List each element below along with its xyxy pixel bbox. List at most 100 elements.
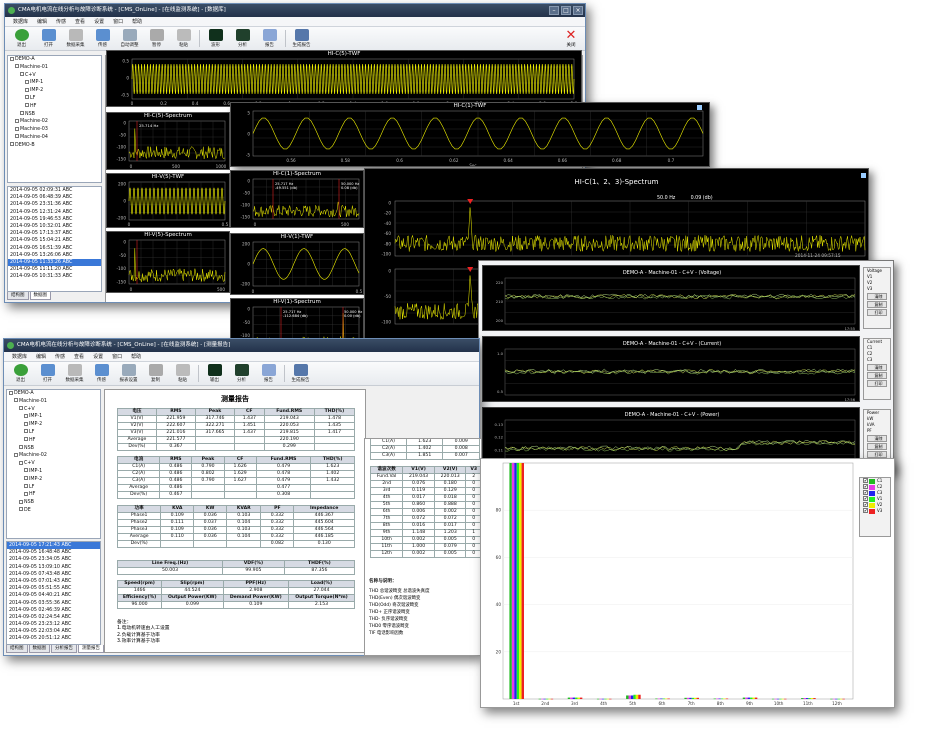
menu-item-5[interactable]: 窗口	[112, 352, 122, 361]
list-item[interactable]: 2014-09-05 13:26:06 ABC	[8, 252, 101, 259]
tool-button-2[interactable]: 数据采集	[61, 362, 88, 385]
list-item[interactable]: 2014-09-05 16:48:48 ABC	[7, 549, 100, 556]
list-item[interactable]: 2014-09-05 02:24:54 ABC	[7, 614, 100, 621]
tree-node[interactable]: Machine-02	[7, 452, 100, 460]
tree-node[interactable]: Machine-01	[7, 398, 100, 406]
expand-icon[interactable]	[10, 56, 14, 61]
tab-3[interactable]: 测量报告	[78, 645, 104, 653]
expand-icon[interactable]	[24, 484, 28, 489]
copy-button[interactable]: 复制	[867, 301, 887, 308]
tree-node[interactable]: HF	[7, 437, 100, 445]
tool-button-4[interactable]: 自动调整	[116, 27, 143, 50]
expand-icon[interactable]	[14, 398, 18, 403]
expand-icon[interactable]	[24, 491, 28, 496]
tool-button-5[interactable]: 暂停	[143, 27, 170, 50]
print-button[interactable]: 打印	[867, 309, 887, 316]
menu-item-6[interactable]: 帮助	[132, 17, 142, 26]
list-item[interactable]: 2014-09-05 13:09:10 ABC	[7, 564, 100, 571]
checkbox-checked-icon[interactable]: ✔	[863, 502, 868, 507]
list-item[interactable]: 2014-09-05 16:51:39 ABC	[8, 245, 101, 252]
checkbox-checked-icon[interactable]: ✔	[863, 508, 868, 513]
list-item[interactable]: 2014-09-05 10:32:01 ABC	[8, 223, 101, 230]
menu-item-5[interactable]: 窗口	[113, 17, 123, 26]
menu-item-3[interactable]: 查看	[74, 352, 84, 361]
menu-item-3[interactable]: 查看	[75, 17, 85, 26]
checkbox-checked-icon[interactable]: ✔	[863, 490, 868, 495]
tree-node[interactable]: Machine-01	[8, 64, 101, 72]
expand-icon[interactable]	[24, 413, 28, 418]
list-item[interactable]: 2014-09-05 12:31:24 ABC	[8, 209, 101, 216]
list-item[interactable]: 2014-09-05 23:31:36 ABC	[8, 201, 101, 208]
tree-node[interactable]: IMP-2	[7, 421, 100, 429]
tree-node[interactable]: HF	[7, 491, 100, 499]
tree-node[interactable]: NSB	[8, 111, 101, 119]
tool-button-7[interactable]: 波形	[202, 27, 229, 50]
print-button[interactable]: 打印	[867, 451, 887, 458]
list-item[interactable]: 2014-09-05 06:48:39 ABC	[8, 194, 101, 201]
menu-item-0[interactable]: 数据库	[12, 352, 27, 361]
expand-icon[interactable]	[19, 445, 23, 450]
clear-button[interactable]: 清除	[867, 293, 887, 300]
tab-1[interactable]: 数据图	[28, 645, 50, 653]
tree-node[interactable]: Machine-03	[8, 126, 101, 134]
list-item[interactable]: 2014-09-05 10:31:33 ABC	[8, 273, 101, 280]
tree-node[interactable]: IMP-1	[7, 468, 100, 476]
menu-item-4[interactable]: 设置	[93, 352, 103, 361]
expand-icon[interactable]	[25, 103, 29, 108]
maximize-button[interactable]: □	[561, 6, 571, 15]
list-item[interactable]: 2014-09-05 11:11:20 ABC	[8, 266, 101, 273]
tree-node[interactable]: DEMO-A	[7, 390, 100, 398]
expand-icon[interactable]	[24, 421, 28, 426]
copy-button[interactable]: 复制	[867, 372, 887, 379]
tree-node[interactable]: DEMO-B	[8, 142, 101, 150]
panel-toggle-icon[interactable]	[697, 105, 702, 110]
checkbox-checked-icon[interactable]: ✔	[863, 496, 868, 501]
expand-icon[interactable]	[24, 476, 28, 481]
legend-entry[interactable]: C3	[864, 357, 890, 363]
menu-item-2[interactable]: 传感	[55, 352, 65, 361]
tree-node[interactable]: IMP-2	[7, 476, 100, 484]
list-item[interactable]: 2014-09-05 23:23:12 ABC	[7, 621, 100, 628]
expand-icon[interactable]	[24, 429, 28, 434]
menu-item-2[interactable]: 传感	[56, 17, 66, 26]
tool-button-9[interactable]: 报告	[255, 362, 282, 385]
tool-button-9[interactable]: 报告	[256, 27, 283, 50]
expand-icon[interactable]	[15, 134, 19, 139]
legend-entry[interactable]: PF	[864, 428, 890, 434]
clear-button[interactable]: 清除	[867, 364, 887, 371]
tree-node[interactable]: C+V	[7, 406, 100, 414]
expand-icon[interactable]	[15, 126, 19, 131]
tree-node[interactable]: Machine-02	[8, 118, 101, 126]
tree-node[interactable]: LF	[8, 95, 101, 103]
list-item[interactable]: 2014-09-05 17:21:43 ABC	[7, 542, 100, 550]
expand-icon[interactable]	[25, 87, 29, 92]
list-item[interactable]: 2014-09-05 07:01:43 ABC	[7, 578, 100, 585]
tree-node[interactable]: LF	[7, 429, 100, 437]
tool-button-10[interactable]: 生成报告	[288, 27, 315, 50]
expand-icon[interactable]	[19, 499, 23, 504]
tree-node[interactable]: Machine-04	[8, 134, 101, 142]
list-item[interactable]: 2014-09-05 04:40:21 ABC	[7, 592, 100, 599]
tab-1[interactable]: 数据图	[29, 292, 51, 300]
tree-node[interactable]: LF	[7, 484, 100, 492]
tree-node[interactable]: IMP-2	[8, 87, 101, 95]
expand-icon[interactable]	[9, 390, 13, 395]
expand-icon[interactable]	[15, 118, 19, 123]
legend-entry-v3[interactable]: ✔ V3	[860, 508, 890, 514]
expand-icon[interactable]	[15, 64, 19, 69]
tool-button-3[interactable]: 传感	[88, 362, 115, 385]
checkbox-checked-icon[interactable]: ✔	[863, 478, 868, 483]
tab-0[interactable]: 结构图	[6, 645, 28, 653]
list-item[interactable]: 2014-09-05 15:04:21 ABC	[8, 237, 101, 244]
tab-0[interactable]: 结构图	[7, 292, 29, 300]
checkbox-checked-icon[interactable]: ✔	[863, 484, 868, 489]
list-item[interactable]: 2014-09-05 02:09:31 ABC	[8, 187, 101, 194]
legend-entry[interactable]: V3	[864, 286, 890, 292]
tree-node[interactable]: DEMO-A	[8, 56, 101, 64]
menu-item-1[interactable]: 编辑	[36, 352, 46, 361]
tool-button-10[interactable]: 生成报告	[287, 362, 314, 385]
tree-node[interactable]: DE	[7, 507, 100, 515]
tool-button-8[interactable]: 分析	[228, 362, 255, 385]
tool-button-2[interactable]: 数据采集	[62, 27, 89, 50]
minimize-button[interactable]: –	[549, 6, 559, 15]
